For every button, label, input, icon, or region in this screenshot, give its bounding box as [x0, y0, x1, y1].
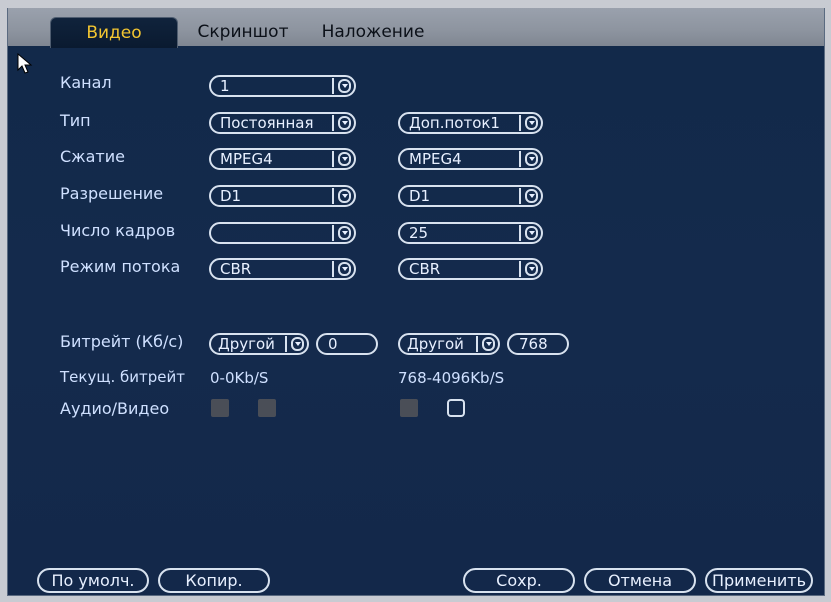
chevron-down-icon [525, 262, 538, 276]
main-audio-checkbox[interactable] [211, 399, 229, 417]
tab-bar: Видео Скриншот Наложение [8, 8, 824, 48]
stream-mode-extra-value: CBR [409, 260, 441, 278]
framerate-extra-select[interactable]: 25 [398, 222, 543, 244]
framerate-label: Число кадров [60, 221, 176, 240]
resolution-label: Разрешение [60, 184, 164, 203]
bitrate-main-value: 0 [328, 335, 338, 353]
compression-extra-value: MPEG4 [409, 150, 462, 168]
compression-extra-select[interactable]: MPEG4 [398, 148, 543, 170]
cancel-button[interactable]: Отмена [584, 568, 696, 593]
bitrate-extra-mode-value: Другой [407, 335, 464, 353]
chevron-down-icon [338, 79, 351, 93]
chevron-down-icon [525, 189, 538, 203]
framerate-extra-value: 25 [409, 224, 429, 242]
resolution-extra-value: D1 [409, 187, 431, 205]
bitrate-extra-value-input[interactable]: 768 [507, 333, 569, 355]
current-bitrate-main: 0-0Kb/S [210, 369, 269, 387]
save-button[interactable]: Сохр. [463, 568, 575, 593]
compression-main-select[interactable]: MPEG4 [209, 148, 356, 170]
chevron-down-icon [525, 152, 538, 166]
bitrate-main-mode-value: Другой [218, 335, 275, 353]
main-video-checkbox[interactable] [258, 399, 276, 417]
chevron-down-icon [525, 116, 538, 130]
stream-mode-label: Режим потока [60, 257, 181, 276]
copy-button[interactable]: Копир. [158, 568, 270, 593]
compression-main-value: MPEG4 [220, 150, 273, 168]
type-extra-select[interactable]: Доп.поток1 [398, 112, 543, 134]
resolution-extra-select[interactable]: D1 [398, 185, 543, 207]
chevron-down-icon [291, 337, 304, 351]
channel-label: Канал [60, 73, 112, 92]
extra-video-checkbox[interactable] [447, 399, 465, 417]
type-main-select[interactable]: Постоянная [209, 112, 356, 134]
chevron-down-icon [338, 116, 351, 130]
chevron-down-icon [525, 226, 538, 240]
stream-mode-extra-select[interactable]: CBR [398, 258, 543, 280]
type-label: Тип [60, 111, 91, 130]
resolution-main-select[interactable]: D1 [209, 185, 356, 207]
tab-snapshot[interactable]: Скриншот [188, 17, 298, 47]
chevron-down-icon [338, 189, 351, 203]
audio-video-label: Аудио/Видео [60, 399, 170, 418]
channel-value: 1 [220, 77, 230, 95]
compression-label: Сжатие [60, 147, 125, 166]
tab-overlay[interactable]: Наложение [313, 17, 433, 47]
stream-mode-main-select[interactable]: CBR [209, 258, 356, 280]
tab-video[interactable]: Видео [50, 17, 178, 48]
bitrate-label: Битрейт (Кб/с) [60, 332, 184, 351]
chevron-down-icon [338, 262, 351, 276]
type-main-value: Постоянная [220, 114, 314, 132]
current-bitrate-extra: 768-4096Kb/S [398, 369, 505, 387]
default-button[interactable]: По умолч. [37, 568, 149, 593]
current-bitrate-label: Текущ. битрейт [60, 368, 185, 386]
type-extra-value: Доп.поток1 [409, 114, 500, 132]
channel-select[interactable]: 1 [209, 75, 356, 97]
mouse-pointer-icon [17, 53, 33, 74]
bitrate-main-mode-select[interactable]: Другой [209, 333, 309, 355]
stream-mode-main-value: CBR [220, 260, 252, 278]
bitrate-extra-mode-select[interactable]: Другой [398, 333, 500, 355]
framerate-main-select[interactable] [209, 222, 356, 244]
chevron-down-icon [482, 337, 495, 351]
video-settings-panel [7, 8, 825, 596]
chevron-down-icon [338, 152, 351, 166]
resolution-main-value: D1 [220, 187, 242, 205]
extra-audio-checkbox[interactable] [400, 399, 418, 417]
chevron-down-icon [338, 226, 351, 240]
bitrate-main-value-input[interactable]: 0 [316, 333, 378, 355]
bitrate-extra-value: 768 [519, 335, 548, 353]
apply-button[interactable]: Применить [705, 568, 813, 593]
